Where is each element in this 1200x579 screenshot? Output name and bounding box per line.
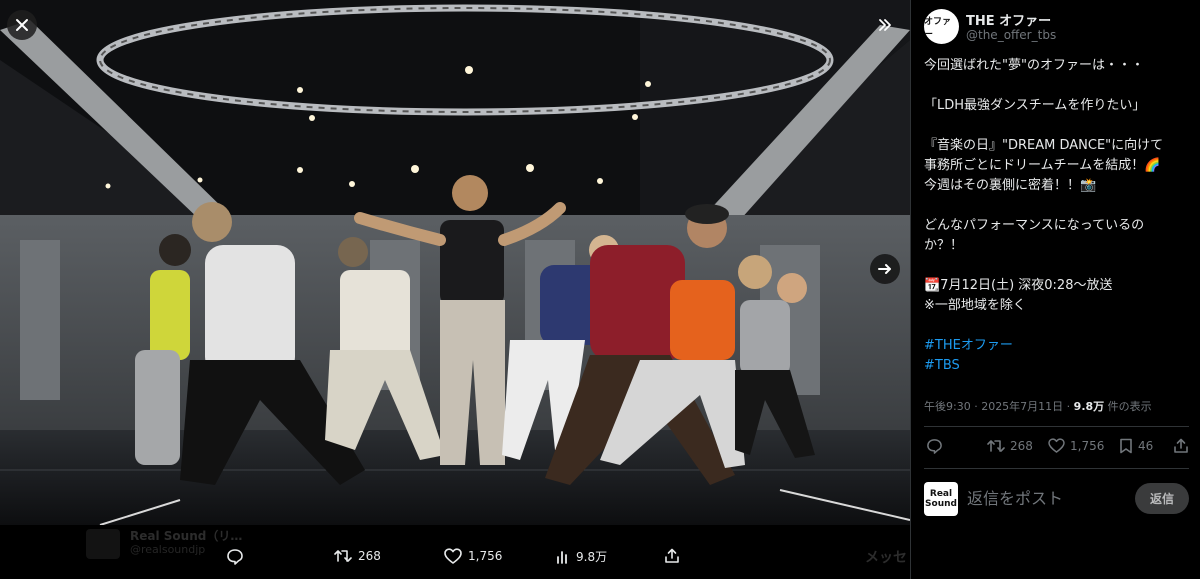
- media-views-button[interactable]: 9.8万: [556, 548, 607, 565]
- retweet-icon: [334, 550, 352, 562]
- author-avatar-logo-text: オファー: [924, 16, 952, 40]
- media-like-count: 1,756: [468, 549, 503, 563]
- tweet-line: 今回選ばれた"夢"のオファーは・・・: [924, 58, 1144, 73]
- media-view-count: 9.8万: [576, 550, 608, 564]
- ghost-account-handle: @realsoundjp: [130, 543, 206, 556]
- media-reply-button[interactable]: [226, 548, 244, 566]
- like-button[interactable]: 1,756: [1048, 438, 1104, 453]
- arrow-right-icon: [878, 264, 891, 274]
- share-icon: [665, 548, 679, 563]
- tweet-meta: 午後9:30 · 2025年7月11日 · 9.8万 件の表示: [924, 398, 1152, 414]
- ghost-avatar: [86, 529, 120, 559]
- retweet-button[interactable]: 268: [987, 438, 1033, 454]
- divider: [924, 426, 1189, 427]
- tweet-line: [924, 116, 1194, 136]
- tweet-line: [924, 196, 1194, 216]
- reply-icon: [227, 549, 243, 565]
- tweet-line: か？！: [924, 238, 964, 253]
- tweet-line: 「LDH最強ダンスチームを作りたい」: [924, 98, 1146, 113]
- ghost-account-name: Real Sound（リ…: [130, 529, 243, 543]
- next-media-button[interactable]: [870, 254, 900, 284]
- media-like-button[interactable]: 1,756: [444, 548, 502, 564]
- reply-button[interactable]: [926, 438, 943, 455]
- share-icon: [1174, 438, 1188, 453]
- media-retweet-button[interactable]: 268: [334, 548, 381, 564]
- reply-user-avatar: Real Sound: [924, 482, 958, 516]
- reply-icon: [927, 439, 942, 454]
- author-handle[interactable]: @the_offer_tbs: [966, 28, 1056, 42]
- tweet-line: ※一部地域を除く: [924, 298, 1026, 313]
- tweet-timestamp[interactable]: 午後9:30 · 2025年7月11日 ·: [924, 400, 1074, 413]
- retweet-count: 268: [1010, 439, 1033, 453]
- tweet-panel: オファー THE オファー @the_offer_tbs 今回選ばれた"夢"のオ…: [910, 0, 1200, 579]
- tweet-line: 📆7月12日(土) 深夜0:28〜放送: [924, 278, 1113, 293]
- tweet-actions: 268 1,756 46: [924, 438, 1189, 460]
- close-icon: [16, 19, 28, 31]
- tweet-line: [924, 76, 1194, 96]
- tweet-line: [924, 256, 1194, 276]
- media-retweet-count: 268: [358, 549, 381, 563]
- tweet-line: 今週はその裏側に密着！！📸: [924, 178, 1097, 193]
- hashtag-link[interactable]: #TBS: [924, 356, 1194, 376]
- tweet-line: 『音楽の日』"DREAM DANCE"に向けて: [924, 138, 1164, 153]
- collapse-panel-button[interactable]: [870, 10, 900, 40]
- tweet-line: どんなパフォーマンスになっているの: [924, 218, 1145, 233]
- media-viewer: Real Sound（リ… @realsoundjp メッセ 268 1,756…: [0, 0, 910, 579]
- bookmark-count: 46: [1138, 439, 1154, 453]
- collapse-panel-icon: [879, 19, 891, 31]
- heart-icon: [444, 548, 462, 564]
- media-photo[interactable]: [0, 0, 910, 525]
- tweet-view-label: 件の表示: [1104, 400, 1152, 413]
- dance-studio-photo: [0, 0, 910, 525]
- tweet-line: [924, 316, 1194, 336]
- share-button[interactable]: [1173, 438, 1189, 454]
- bookmark-button[interactable]: 46: [1119, 438, 1153, 454]
- views-chart-icon: [557, 550, 567, 564]
- media-share-button[interactable]: [664, 548, 680, 564]
- heart-icon: [1048, 438, 1065, 453]
- tweet-line: 事務所ごとにドリームチームを結成！🌈: [924, 158, 1161, 173]
- close-button[interactable]: [7, 10, 37, 40]
- reply-input[interactable]: [967, 486, 1127, 510]
- ghost-message-label: メッセ: [865, 550, 907, 566]
- tweet-view-count: 9.8万: [1073, 400, 1105, 413]
- like-count: 1,756: [1070, 438, 1105, 453]
- author-avatar[interactable]: オファー: [924, 9, 959, 44]
- author-display-name[interactable]: THE オファー: [966, 10, 1051, 29]
- reply-submit-button[interactable]: 返信: [1135, 483, 1189, 514]
- tweet-body: 今回選ばれた"夢"のオファーは・・・ 「LDH最強ダンスチームを作りたい」 『音…: [924, 56, 1194, 376]
- divider: [924, 468, 1189, 469]
- retweet-icon: [987, 440, 1005, 452]
- hashtag-link[interactable]: #THEオファー: [924, 336, 1194, 356]
- bookmark-icon: [1120, 438, 1132, 454]
